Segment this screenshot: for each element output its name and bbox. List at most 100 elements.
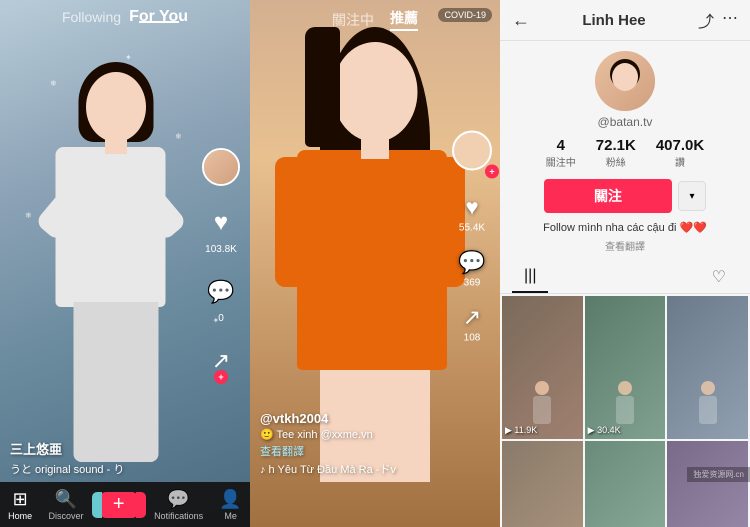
mid-song: ♪ h Yêu Từ Đầu Mà Ra -ドv xyxy=(260,461,396,477)
stat-following: 4 關注中 xyxy=(546,137,576,169)
video-thumb-6[interactable] xyxy=(667,441,748,527)
following-tab[interactable]: Following xyxy=(62,9,121,25)
recommended-tab-mid[interactable]: 推薦 xyxy=(390,8,418,31)
creator-avatar[interactable] xyxy=(202,148,240,186)
profile-info: @batan.tv 4 關注中 72.1K 粉絲 407.0K 讚 關注 ▾ F… xyxy=(500,41,750,261)
me-icon: 👤 xyxy=(219,489,241,510)
notifications-label: Notifications xyxy=(154,511,203,521)
likes-label: 讚 xyxy=(675,154,685,169)
discover-label: Discover xyxy=(48,511,83,521)
comment-group[interactable]: 💬 0 xyxy=(202,273,240,324)
middle-bottom-info: @vtkh2004 🙂 Tee xinh @xxme.vn 查看翻譯 ♪ h Y… xyxy=(260,411,396,477)
like-count: 103.8K xyxy=(205,244,237,255)
mid-comment-group[interactable]: 💬 369 xyxy=(458,250,485,289)
me-label: Me xyxy=(224,511,237,521)
mid-share-group[interactable]: ↗ 108 xyxy=(463,305,481,344)
heart-icon: ♥ xyxy=(214,209,228,237)
following-label: 關注中 xyxy=(546,154,576,169)
profile-avatar[interactable] xyxy=(595,51,655,111)
avatar-img xyxy=(204,150,238,184)
share-button[interactable]: ↗ xyxy=(202,342,240,380)
home-icon: ⊞ xyxy=(13,489,28,510)
stat-likes: 407.0K 讚 xyxy=(656,137,704,169)
nav-create[interactable]: + xyxy=(100,492,138,518)
active-underline xyxy=(139,21,179,23)
neck xyxy=(105,134,127,154)
followers-label: 粉絲 xyxy=(606,154,626,169)
video-thumb-3[interactable] xyxy=(667,296,748,439)
mid-username: @vtkh2004 xyxy=(260,411,396,426)
left-nav: Following For You xyxy=(0,0,250,34)
stat-followers: 72.1K 粉絲 xyxy=(596,137,636,169)
legs xyxy=(74,302,159,462)
avatar-group: + xyxy=(202,148,240,186)
left-bottom-info: 三上悠亜 うと original sound - り xyxy=(10,439,124,477)
more-button-header[interactable]: ⋯ xyxy=(722,8,738,32)
discover-icon: 🔍 xyxy=(55,489,77,510)
following-count: 4 xyxy=(557,137,565,154)
nav-home[interactable]: ⊞ Home xyxy=(8,489,32,521)
create-button[interactable]: + xyxy=(100,492,138,518)
plus-icon: + xyxy=(113,493,125,516)
share-icon: ↗ xyxy=(212,348,230,374)
right-panel: ← Linh Hee ⤴ ⋯ @batan.tv 4 關注中 72.1K 粉絲 xyxy=(500,0,750,527)
mid-follow-badge[interactable]: + xyxy=(485,165,499,179)
mid-like-count: 55.4K xyxy=(459,223,485,234)
profile-handle: @batan.tv xyxy=(598,115,653,129)
video-thumb-4[interactable]: ▶ 15.6K xyxy=(502,441,583,527)
nav-discover[interactable]: 🔍 Discover xyxy=(48,489,83,521)
profile-title: Linh Hee xyxy=(538,12,690,29)
covid-badge[interactable]: COVID-19 xyxy=(438,8,492,22)
back-button[interactable]: ← xyxy=(512,10,530,31)
left-username: 三上悠亜 xyxy=(10,439,124,458)
left-song: うと original sound - り xyxy=(10,461,124,477)
left-action-icons: + ♥ 103.8K 💬 0 ↗ xyxy=(202,148,240,380)
video-grid: ▶ 11.9K ▶ 30.4K ▶ 15.6K xyxy=(500,294,750,527)
mid-share-icon: ↗ xyxy=(463,305,481,331)
middle-panel: 關注中 推薦 COVID-19 + ♥ 55.4K 💬 369 ↗ 108 @v… xyxy=(250,0,500,527)
video-thumb-5[interactable] xyxy=(585,441,666,527)
share-group[interactable]: ↗ xyxy=(202,342,240,380)
face xyxy=(86,72,146,142)
mid-avatar-group: + xyxy=(452,131,492,179)
mid-action[interactable]: 查看翻譯 xyxy=(260,443,396,459)
mid-desc: 🙂 Tee xinh @xxme.vn xyxy=(260,428,396,441)
video-thumb-2[interactable]: ▶ 30.4K xyxy=(585,296,666,439)
content-tabs: ||| ♡ xyxy=(500,261,750,294)
following-tab-mid[interactable]: 關注中 xyxy=(332,10,374,30)
header-actions: ⤴ ⋯ xyxy=(698,8,738,32)
middle-action-icons: + ♥ 55.4K 💬 369 ↗ 108 xyxy=(452,131,492,344)
snowflake: ✦ xyxy=(125,53,132,62)
video-thumb-1[interactable]: ▶ 11.9K xyxy=(502,296,583,439)
mid-like-group[interactable]: ♥ 55.4K xyxy=(459,195,485,234)
comment-icon: 💬 xyxy=(207,279,234,305)
chevron-down-icon: ▾ xyxy=(689,191,694,202)
follow-row: 關注 ▾ xyxy=(544,179,706,213)
like-group[interactable]: ♥ 103.8K xyxy=(202,204,240,255)
avatar-bg xyxy=(595,51,655,111)
bottom-navigation: ⊞ Home 🔍 Discover + 💬 Notifications 👤 Me xyxy=(0,482,250,527)
left-panel: ❄ ❄ ❄ ✦ ✦ Following For You + xyxy=(0,0,250,527)
torso xyxy=(56,147,166,307)
comment-count: 0 xyxy=(218,313,224,324)
mid-comment-icon: 💬 xyxy=(458,250,485,276)
video-count: ▶ 11.9K xyxy=(505,425,537,436)
comment-button[interactable]: 💬 xyxy=(202,273,240,311)
share-button-header[interactable]: ⤴ xyxy=(698,8,714,32)
follow-button[interactable]: 關注 xyxy=(544,179,672,213)
likes-tab[interactable]: ♡ xyxy=(700,261,738,293)
followers-count: 72.1K xyxy=(596,137,636,154)
nav-notifications[interactable]: 💬 Notifications xyxy=(154,489,203,521)
video-figure xyxy=(26,62,206,482)
dropdown-button[interactable]: ▾ xyxy=(678,181,706,211)
avatar-face xyxy=(612,63,638,91)
nav-me[interactable]: 👤 Me xyxy=(219,489,241,521)
like-button[interactable]: ♥ xyxy=(202,204,240,242)
mid-creator-avatar[interactable] xyxy=(452,131,492,171)
mid-comment-count: 369 xyxy=(464,278,481,289)
video-count: ▶ 30.4K xyxy=(588,425,621,436)
profile-bio-action[interactable]: 查看翻譯 xyxy=(605,238,645,253)
videos-tab[interactable]: ||| xyxy=(512,261,548,293)
mid-share-count: 108 xyxy=(464,333,481,344)
profile-header: ← Linh Hee ⤴ ⋯ xyxy=(500,0,750,41)
